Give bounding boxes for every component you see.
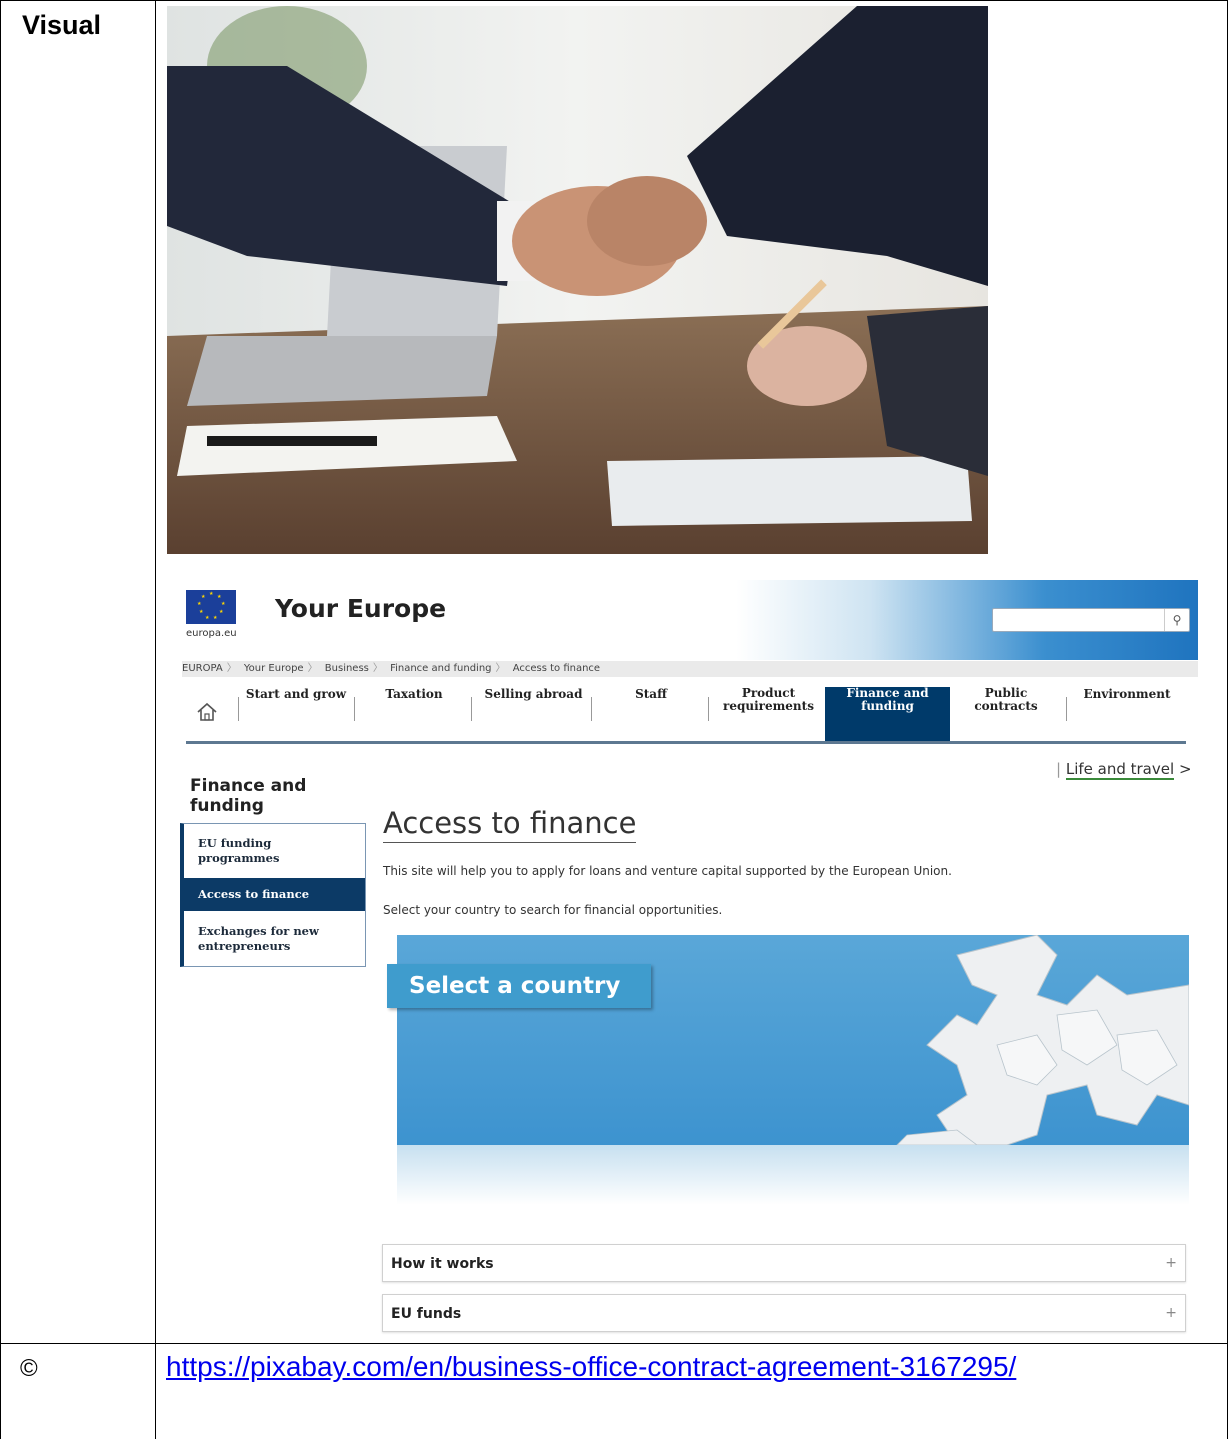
accordion-how-it-works[interactable]: How it works + xyxy=(382,1244,1186,1282)
breadcrumb-item[interactable]: EUROPA xyxy=(182,663,223,674)
table-border-top xyxy=(0,0,1228,1)
nav-product-requirements[interactable]: Product requirements xyxy=(716,687,821,741)
breadcrumb-item-current: Access to finance xyxy=(512,663,601,674)
site-header: ★ ★ ★ ★ ★ ★ ★ ★ ★ europa.eu Your Europe ⚲ xyxy=(172,580,1198,660)
nav-separator xyxy=(354,697,355,721)
eu-flag-icon: ★ ★ ★ ★ ★ ★ ★ ★ ★ xyxy=(186,590,236,624)
table-row-divider xyxy=(0,1343,1228,1344)
nav-separator xyxy=(471,697,472,721)
table-border-left xyxy=(0,0,1,1439)
search-input[interactable]: ⚲ xyxy=(992,608,1190,632)
nav-environment[interactable]: Environment xyxy=(1076,687,1178,742)
source-link[interactable]: https://pixabay.com/en/business-office-c… xyxy=(166,1351,1016,1383)
life-and-travel-label[interactable]: Life and travel xyxy=(1065,760,1175,780)
nav-finance-and-funding[interactable]: Finance and funding xyxy=(825,687,950,741)
table-border-right xyxy=(1227,0,1228,1439)
nav-separator xyxy=(708,697,709,721)
nav-separator xyxy=(591,697,592,721)
handshake-photo xyxy=(167,6,988,554)
search-icon[interactable]: ⚲ xyxy=(1164,609,1189,631)
europa-domain-label: europa.eu xyxy=(186,628,237,639)
sidebar-item-access-to-finance[interactable]: Access to finance xyxy=(184,878,365,911)
nav-start-and-grow[interactable]: Start and grow xyxy=(241,687,351,742)
nav-staff[interactable]: Staff xyxy=(616,687,686,742)
page-title: Access to finance xyxy=(383,806,637,843)
accordion-label: EU funds xyxy=(391,1306,462,1322)
main-navigation: Start and grow Taxation Selling abroad S… xyxy=(186,687,1186,744)
breadcrumb-separator-icon: 〉 xyxy=(495,663,506,674)
breadcrumb-item[interactable]: Finance and funding xyxy=(390,663,491,674)
map-reflection xyxy=(397,1145,1189,1205)
visual-label: Visual xyxy=(22,10,102,40)
table-column-divider xyxy=(155,0,156,1439)
copyright-symbol: © xyxy=(20,1355,38,1382)
sidebar-title: Finance and funding xyxy=(190,776,307,816)
intro-text: This site will help you to apply for loa… xyxy=(383,864,952,878)
plus-icon[interactable]: + xyxy=(1165,1305,1177,1321)
breadcrumb-separator-icon: 〉 xyxy=(307,663,318,674)
breadcrumb-item[interactable]: Your Europe xyxy=(244,663,304,674)
instruction-text: Select your country to search for financ… xyxy=(383,903,723,917)
life-and-travel-link[interactable]: | Life and travel > xyxy=(1056,760,1192,780)
accordion-eu-funds[interactable]: EU funds + xyxy=(382,1294,1186,1332)
breadcrumb: EUROPA 〉 Your Europe 〉 Business 〉 Finance a… xyxy=(182,661,1198,677)
divider: | xyxy=(1056,760,1062,778)
nav-separator xyxy=(238,697,239,721)
breadcrumb-separator-icon: 〉 xyxy=(372,663,383,674)
sidebar-item-eu-funding-programmes[interactable]: EU funding programmes xyxy=(184,824,365,878)
sidebar-item-exchanges-for-new-entrepreneurs[interactable]: Exchanges for new entrepreneurs xyxy=(184,911,365,966)
nav-public-contracts[interactable]: Public contracts xyxy=(966,687,1046,741)
nav-taxation[interactable]: Taxation xyxy=(374,687,454,742)
breadcrumb-item[interactable]: Business xyxy=(325,663,369,674)
home-icon[interactable] xyxy=(196,701,218,723)
plus-icon[interactable]: + xyxy=(1165,1255,1177,1271)
handshake-photo-illustration xyxy=(167,6,988,554)
nav-selling-abroad[interactable]: Selling abroad xyxy=(476,687,591,742)
your-europe-screenshot: ★ ★ ★ ★ ★ ★ ★ ★ ★ europa.eu Your Europe ⚲ EURO… xyxy=(172,580,1198,1340)
nav-separator xyxy=(1066,697,1067,721)
accordion-label: How it works xyxy=(391,1256,494,1272)
sidebar-menu: EU funding programmes Access to finance … xyxy=(180,823,366,967)
chevron-right-icon: > xyxy=(1178,760,1192,778)
site-title[interactable]: Your Europe xyxy=(275,594,446,623)
breadcrumb-separator-icon: 〉 xyxy=(226,663,237,674)
select-country-button[interactable]: Select a country xyxy=(387,964,651,1008)
